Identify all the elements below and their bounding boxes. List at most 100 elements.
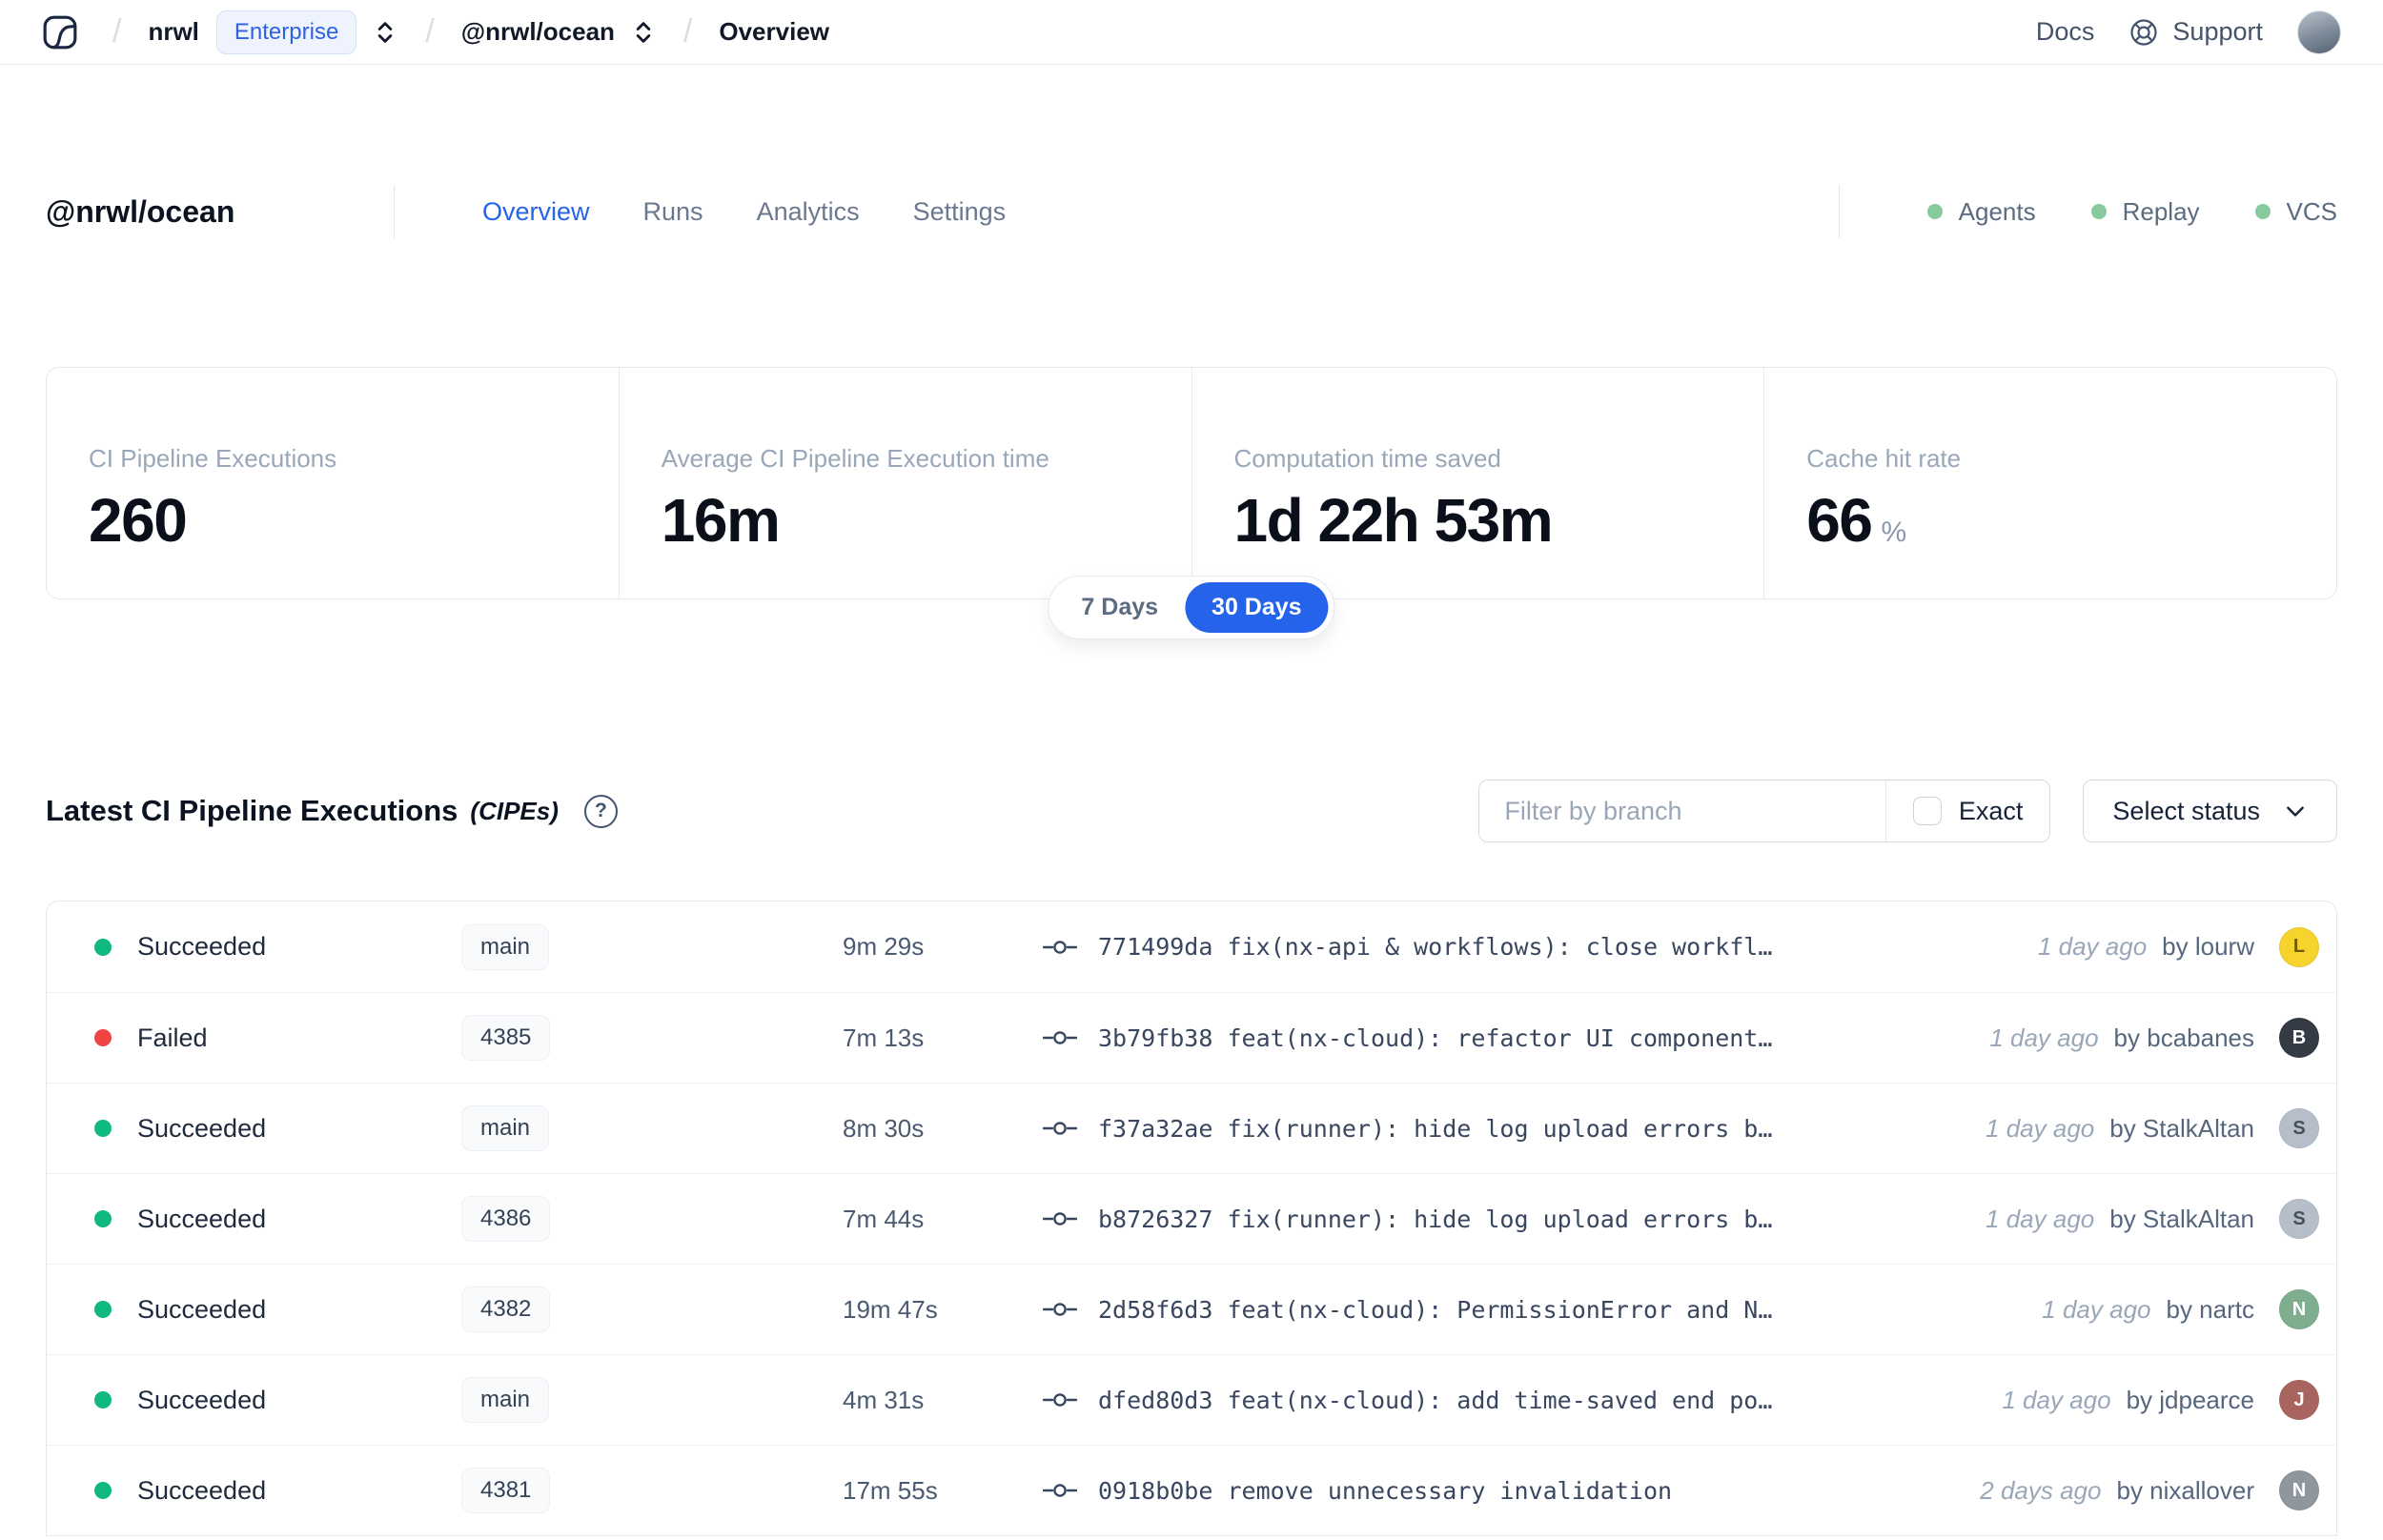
breadcrumb-workspace[interactable]: @nrwl/ocean bbox=[461, 17, 615, 47]
status-dot-icon bbox=[94, 1301, 112, 1318]
service-vcs[interactable]: VCS bbox=[2254, 197, 2337, 227]
commit-message: 0918b0be remove unnecessary invalidation bbox=[1098, 1476, 1673, 1505]
branch-cell: main bbox=[461, 923, 843, 970]
table-row[interactable]: Succeeded 4386 7m 44s b8726327 fix(runne… bbox=[47, 1173, 2336, 1264]
service-status-list: Agents Replay VCS bbox=[1838, 185, 2337, 238]
commit-message: 3b79fb38 feat(nx-cloud): refactor UI com… bbox=[1098, 1023, 1773, 1052]
branch-cell: 4385 bbox=[461, 1015, 843, 1061]
table-row[interactable]: Succeeded main 9m 29s 771499da fix(nx-ap… bbox=[47, 902, 2336, 992]
commit-cell: f37a32ae fix(runner): hide log upload er… bbox=[1043, 1115, 1871, 1143]
duration-label: 8m 30s bbox=[843, 1113, 925, 1143]
branch-badge[interactable]: main bbox=[461, 923, 550, 970]
branch-cell: 4386 bbox=[461, 1196, 843, 1242]
status-select-label: Select status bbox=[2112, 796, 2260, 825]
time-ago-label: 1 day ago bbox=[1989, 1023, 2099, 1052]
exact-checkbox[interactable] bbox=[1912, 797, 1942, 825]
status-label: Succeeded bbox=[137, 1113, 267, 1143]
tab-overview[interactable]: Overview bbox=[482, 197, 590, 227]
duration-label: 19m 47s bbox=[843, 1294, 938, 1324]
table-row[interactable]: Failed 4385 7m 13s 3b79fb38 feat(nx-clou… bbox=[47, 992, 2336, 1083]
commit-cell: b8726327 fix(runner): hide log upload er… bbox=[1043, 1206, 1871, 1233]
commit-cell: 771499da fix(nx-api & workflows): close … bbox=[1043, 933, 1871, 961]
stat-value: 260 bbox=[89, 486, 188, 555]
workspace-tabs: Overview Runs Analytics Settings bbox=[482, 197, 1006, 227]
duration-label: 7m 44s bbox=[843, 1204, 925, 1233]
branch-badge[interactable]: main bbox=[461, 1377, 550, 1423]
status-dot-icon bbox=[2090, 204, 2107, 219]
toggle-30-days[interactable]: 30 Days bbox=[1185, 582, 1329, 633]
time-ago-label: 1 day ago bbox=[1986, 1204, 2095, 1233]
stat-computation-time-saved: Computation time saved 1d 22h 53m bbox=[1191, 368, 1764, 598]
branch-badge[interactable]: main bbox=[461, 1105, 550, 1151]
nx-cloud-overview-page: / nrwl Enterprise / @nrwl/ocean / Overvi… bbox=[0, 0, 2383, 1540]
status-label: Succeeded bbox=[137, 1204, 267, 1233]
status-select-dropdown[interactable]: Select status bbox=[2083, 780, 2337, 842]
status-cell: Succeeded bbox=[94, 1386, 461, 1415]
commit-message: f37a32ae fix(runner): hide log upload er… bbox=[1098, 1114, 1773, 1143]
top-navbar: / nrwl Enterprise / @nrwl/ocean / Overvi… bbox=[0, 0, 2383, 65]
status-dot-icon bbox=[94, 1482, 112, 1499]
branch-badge[interactable]: 4382 bbox=[461, 1287, 551, 1332]
status-cell: Succeeded bbox=[94, 1114, 461, 1144]
enterprise-badge: Enterprise bbox=[215, 10, 357, 54]
toggle-7-days[interactable]: 7 Days bbox=[1054, 582, 1185, 633]
author-label: by jdpearce bbox=[2126, 1385, 2254, 1414]
status-cell: Failed bbox=[94, 1023, 461, 1053]
status-dot-icon bbox=[1926, 204, 1943, 219]
time-ago-label: 1 day ago bbox=[2042, 1294, 2151, 1324]
org-switcher-icon[interactable] bbox=[372, 19, 398, 46]
commit-cell: dfed80d3 feat(nx-cloud): add time-saved … bbox=[1043, 1387, 1871, 1414]
branch-badge[interactable]: 4386 bbox=[461, 1196, 551, 1242]
commit-message: b8726327 fix(runner): hide log upload er… bbox=[1098, 1205, 1773, 1233]
git-commit-icon bbox=[1043, 940, 1077, 954]
breadcrumb-org[interactable]: nrwl bbox=[148, 17, 198, 47]
user-avatar[interactable] bbox=[2297, 10, 2341, 54]
time-ago-label: 1 day ago bbox=[2037, 932, 2148, 961]
author-label: by StalkAltan bbox=[2109, 1113, 2254, 1143]
status-label: Succeeded bbox=[137, 932, 267, 961]
divider bbox=[394, 185, 395, 238]
time-ago-label: 1 day ago bbox=[1986, 1113, 2095, 1143]
workspace-title: @nrwl/ocean bbox=[46, 193, 235, 229]
stat-cache-hit-rate: Cache hit rate 66% bbox=[1763, 368, 2336, 598]
duration-label: 17m 55s bbox=[843, 1475, 938, 1505]
exact-filter: Exact bbox=[1884, 780, 2050, 841]
meta-cell: 1 day ago by jdpearce J bbox=[1871, 1380, 2319, 1420]
stat-value: 66% bbox=[1806, 486, 1907, 555]
date-range-toggle: 7 Days 30 Days bbox=[1048, 576, 1335, 639]
service-agents[interactable]: Agents bbox=[1926, 197, 2036, 227]
status-label: Succeeded bbox=[137, 1475, 267, 1505]
branch-filter-input[interactable] bbox=[1479, 780, 1885, 841]
support-link[interactable]: Support bbox=[2128, 17, 2263, 48]
nx-cloud-logo-icon[interactable] bbox=[42, 14, 78, 51]
commit-message: dfed80d3 feat(nx-cloud): add time-saved … bbox=[1098, 1386, 1773, 1414]
duration-label: 7m 13s bbox=[843, 1023, 925, 1052]
branch-filter-group: Exact bbox=[1478, 780, 2051, 842]
section-title: Latest CI Pipeline Executions bbox=[46, 794, 458, 827]
table-row[interactable]: Succeeded 4382 19m 47s 2d58f6d3 feat(nx-… bbox=[47, 1264, 2336, 1354]
meta-cell: 1 day ago by StalkAltan S bbox=[1871, 1108, 2319, 1148]
tab-settings[interactable]: Settings bbox=[913, 197, 1007, 227]
status-dot-icon bbox=[94, 1029, 112, 1046]
tab-analytics[interactable]: Analytics bbox=[757, 197, 860, 227]
service-replay[interactable]: Replay bbox=[2090, 197, 2200, 227]
branch-badge[interactable]: 4381 bbox=[461, 1468, 551, 1513]
help-icon[interactable]: ? bbox=[583, 794, 618, 828]
author-label: by bcabanes bbox=[2113, 1023, 2254, 1052]
author-label: by nartc bbox=[2166, 1294, 2255, 1324]
table-row[interactable]: Succeeded main 4m 31s dfed80d3 feat(nx-c… bbox=[47, 1354, 2336, 1445]
meta-cell: 1 day ago by StalkAltan S bbox=[1871, 1199, 2319, 1239]
stat-value: 16m bbox=[661, 486, 781, 555]
status-cell: Succeeded bbox=[94, 1295, 461, 1325]
table-row[interactable]: Succeeded 4381 17m 55s 0918b0be remove u… bbox=[47, 1445, 2336, 1535]
status-label: Failed bbox=[137, 1023, 208, 1052]
lifebuoy-icon bbox=[2130, 18, 2158, 46]
docs-link[interactable]: Docs bbox=[2036, 17, 2095, 47]
status-dot-icon bbox=[94, 1391, 112, 1408]
tab-runs[interactable]: Runs bbox=[643, 197, 703, 227]
status-cell: Succeeded bbox=[94, 932, 461, 962]
workspace-switcher-icon[interactable] bbox=[630, 19, 657, 46]
stat-value: 1d 22h 53m bbox=[1233, 486, 1554, 555]
branch-badge[interactable]: 4385 bbox=[461, 1015, 551, 1061]
table-row[interactable]: Succeeded main 8m 30s f37a32ae fix(runne… bbox=[47, 1083, 2336, 1173]
